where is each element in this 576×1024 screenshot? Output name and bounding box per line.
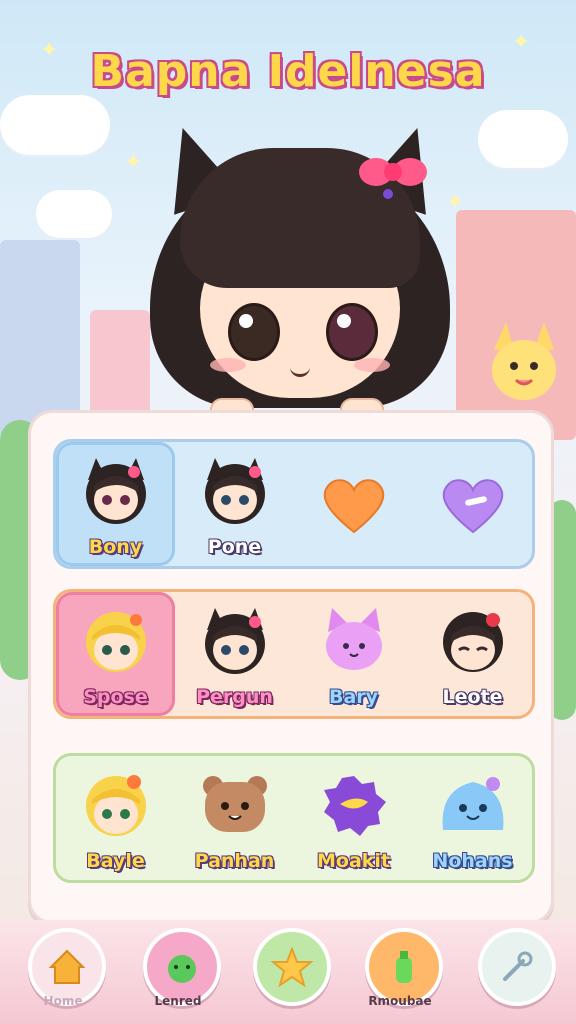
character-slot-spose[interactable]: Spose bbox=[56, 592, 175, 716]
blonde-girl-avatar-icon bbox=[85, 775, 146, 836]
character-slot-bony[interactable]: Bony bbox=[56, 442, 175, 566]
game-title: Bapna Idelnesa bbox=[90, 46, 486, 97]
main-character bbox=[140, 118, 460, 424]
character-name: Spose bbox=[83, 686, 148, 708]
character-slot-panhan[interactable]: Panhan bbox=[175, 756, 294, 880]
character-name: Nohans bbox=[432, 850, 513, 872]
nav-label: Lenred bbox=[154, 994, 202, 1008]
character-name: Bony bbox=[88, 536, 143, 558]
character-row: Bony Pone bbox=[53, 439, 535, 569]
character-name: Moakit bbox=[316, 850, 390, 872]
character-name: Leote bbox=[442, 686, 503, 708]
character-select-panel: Bony Pone Spose Pergun Bary Leote Bayle … bbox=[28, 410, 554, 924]
green-creature-icon bbox=[168, 955, 196, 983]
yellow-cat-mascot-icon bbox=[492, 322, 556, 400]
nav-label: Home bbox=[43, 994, 83, 1008]
heart-slot-purple[interactable] bbox=[413, 442, 532, 566]
dark-hair-girl-avatar-icon bbox=[442, 612, 503, 672]
cat-girl-avatar-icon bbox=[204, 608, 265, 674]
character-row: Bayle Panhan Moakit Nohans bbox=[53, 753, 535, 883]
bow-icon bbox=[359, 158, 427, 199]
wrench-icon bbox=[503, 951, 533, 981]
house-icon bbox=[48, 949, 86, 984]
purple-fish-icon bbox=[323, 776, 386, 836]
green-bottle-icon bbox=[396, 951, 412, 983]
character-slot-nohans[interactable]: Nohans bbox=[413, 756, 532, 880]
star-icon bbox=[271, 946, 313, 988]
heart-slot-orange[interactable] bbox=[294, 442, 413, 566]
eye bbox=[228, 303, 280, 361]
purple-heart-icon bbox=[442, 479, 503, 534]
blonde-girl-avatar-icon bbox=[85, 612, 146, 672]
character-slot-pone[interactable]: Pone bbox=[175, 442, 294, 566]
character-slot-bayle[interactable]: Bayle bbox=[56, 756, 175, 880]
blush bbox=[354, 358, 390, 372]
character-slot-pergun[interactable]: Pergun bbox=[175, 592, 294, 716]
brown-bear-icon bbox=[202, 776, 267, 832]
blue-slime-icon bbox=[442, 777, 503, 830]
character-row: Spose Pergun Bary Leote bbox=[53, 589, 535, 719]
character-slot-bary[interactable]: Bary bbox=[294, 592, 413, 716]
orange-heart-icon bbox=[323, 479, 384, 534]
bottom-nav-bar: Home Lenred Rmoubae bbox=[0, 920, 576, 1024]
nav-button-star[interactable] bbox=[253, 928, 331, 1006]
character-slot-leote[interactable]: Leote bbox=[413, 592, 532, 716]
cloud bbox=[0, 95, 110, 155]
eye bbox=[326, 303, 378, 361]
cat-girl-avatar-icon bbox=[85, 458, 146, 524]
cat-girl-avatar-icon bbox=[204, 458, 265, 524]
blush bbox=[210, 358, 246, 372]
character-name: Pergun bbox=[196, 686, 273, 708]
nav-label: Rmoubae bbox=[368, 994, 432, 1008]
nav-button-settings[interactable] bbox=[478, 928, 556, 1006]
cloud bbox=[36, 190, 112, 238]
purple-cat-icon bbox=[325, 608, 382, 670]
cloud bbox=[478, 110, 568, 168]
character-name: Bary bbox=[328, 686, 379, 708]
character-name: Panhan bbox=[194, 850, 275, 872]
character-name: Bayle bbox=[86, 850, 145, 872]
character-name: Pone bbox=[207, 536, 262, 558]
character-slot-moakit[interactable]: Moakit bbox=[294, 756, 413, 880]
